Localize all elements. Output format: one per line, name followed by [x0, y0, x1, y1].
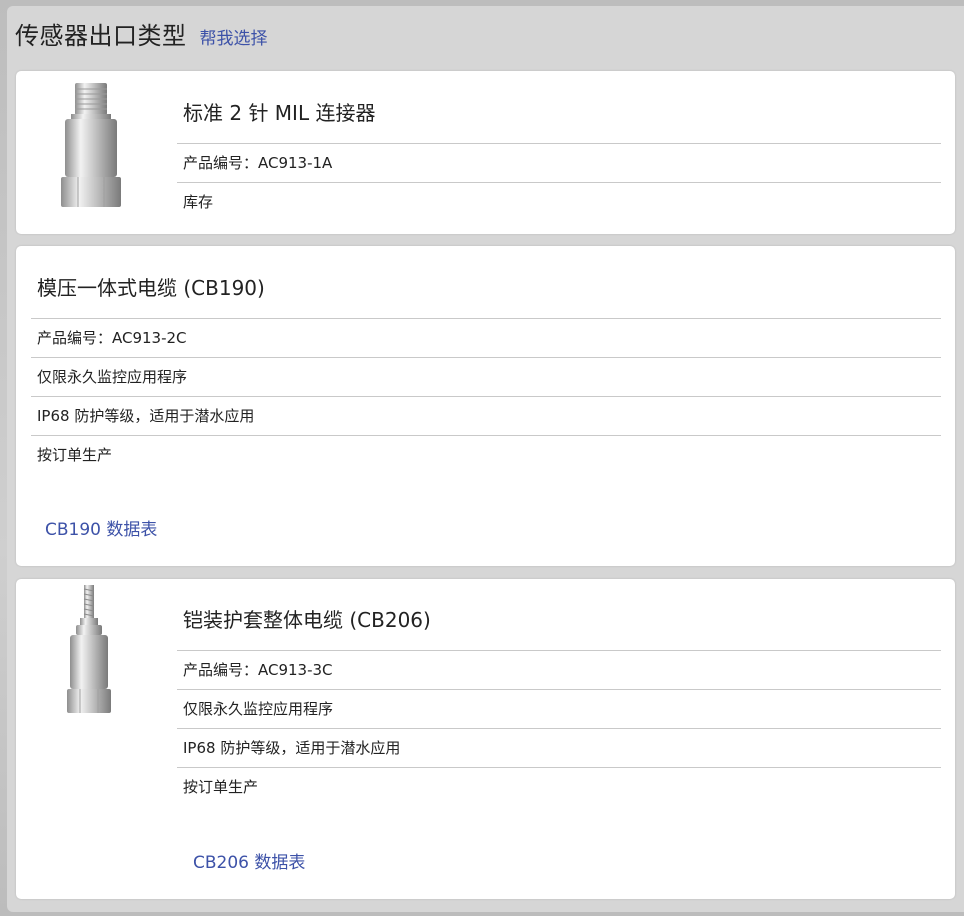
option-card-cb190[interactable]: 模压一体式电缆 (CB190) 产品编号：AC913-2C 仅限永久监控应用程序… [16, 246, 955, 566]
card-details: 产品编号：AC913-1A 库存 [177, 143, 941, 221]
availability-text: 按订单生产 [31, 435, 941, 474]
card-details: 产品编号：AC913-3C 仅限永久监控应用程序 IP68 防护等级，适用于潜水… [177, 650, 941, 806]
availability-text: 按订单生产 [177, 767, 941, 806]
availability-text: 库存 [177, 182, 941, 221]
application-note: 仅限永久监控应用程序 [31, 357, 941, 396]
sensor-connector-image [56, 81, 126, 209]
datasheet-link[interactable]: CB206 数据表 [193, 848, 305, 873]
card-details: 产品编号：AC913-2C 仅限永久监控应用程序 IP68 防护等级，适用于潜水… [31, 318, 941, 474]
section-title: 传感器出口类型 [15, 22, 187, 50]
datasheet-link[interactable]: CB190 数据表 [45, 515, 157, 540]
sensor-armored-cable-image [64, 585, 114, 717]
protection-rating: IP68 防护等级，适用于潜水应用 [31, 396, 941, 435]
card-title: 模压一体式电缆 (CB190) [37, 276, 265, 300]
part-number: 产品编号：AC913-2C [31, 318, 941, 357]
protection-rating: IP68 防护等级，适用于潜水应用 [177, 728, 941, 767]
part-number: 产品编号：AC913-1A [177, 143, 941, 182]
card-title: 标准 2 针 MIL 连接器 [183, 101, 376, 125]
part-number: 产品编号：AC913-3C [177, 650, 941, 689]
application-note: 仅限永久监控应用程序 [177, 689, 941, 728]
option-card-mil-connector[interactable]: 标准 2 针 MIL 连接器 产品编号：AC913-1A 库存 [16, 71, 955, 234]
help-me-choose-link[interactable]: 帮我选择 [200, 24, 268, 49]
card-title: 铠装护套整体电缆 (CB206) [183, 608, 431, 632]
option-card-cb206[interactable]: 铠装护套整体电缆 (CB206) 产品编号：AC913-3C 仅限永久监控应用程… [16, 579, 955, 899]
section-header: 传感器出口类型 帮我选择 [15, 16, 268, 52]
